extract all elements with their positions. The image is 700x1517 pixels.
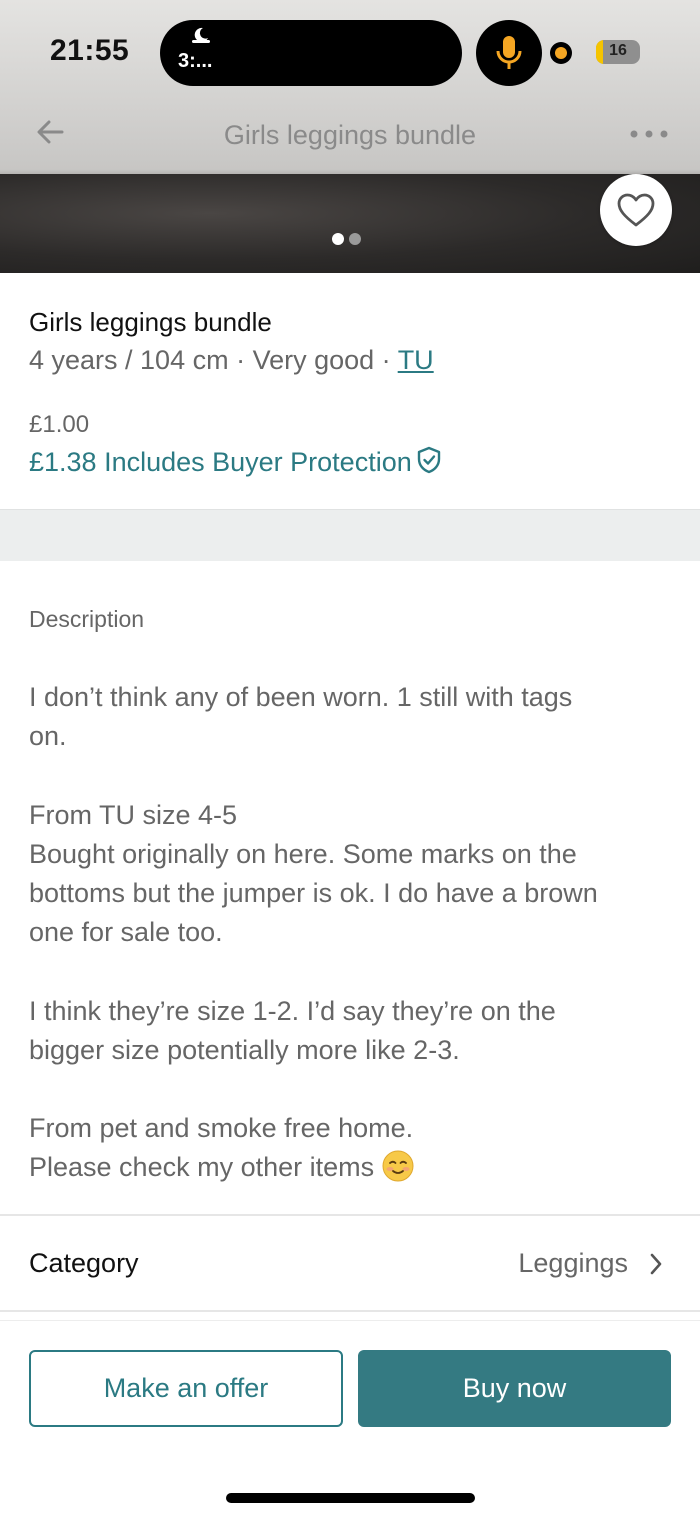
item-title: Girls leggings bundle (29, 307, 272, 337)
battery-level-text: 16 (609, 42, 627, 59)
divider (0, 1310, 700, 1312)
description-heading: Description (29, 606, 145, 632)
category-value: Leggings (518, 1248, 628, 1278)
sleep-moon-icon (192, 27, 210, 43)
item-price: £1.00 (29, 411, 90, 438)
dynamic-island: 3:... (160, 20, 462, 86)
section-divider (0, 509, 700, 561)
buyer-protection-text: £1.38 Includes Buyer Protection (29, 447, 412, 477)
category-label: Category (29, 1248, 139, 1278)
favourite-button[interactable] (600, 174, 672, 246)
island-timer-text: 3:... (178, 50, 213, 72)
buy-now-button[interactable]: Buy now (358, 1350, 671, 1427)
smiling-face-emoji-icon (382, 1150, 414, 1182)
category-row[interactable]: Category Leggings (0, 1216, 700, 1310)
pager-dot-active (332, 233, 344, 245)
shield-check-icon (417, 446, 440, 474)
home-indicator[interactable] (226, 1493, 475, 1503)
battery-indicator: 16 (596, 40, 640, 64)
nav-title: Girls leggings bundle (223, 120, 477, 150)
make-offer-button[interactable]: Make an offer (29, 1350, 343, 1427)
description-text: I don’t think any of been worn. 1 still … (29, 682, 598, 1183)
microphone-icon (496, 36, 522, 69)
chevron-right-icon (650, 1253, 662, 1275)
more-dots-icon[interactable] (628, 124, 670, 144)
buyer-protection-price[interactable]: £1.38 Includes Buyer Protection (29, 446, 442, 478)
pager-dot (349, 233, 361, 245)
brand-link[interactable]: TU (398, 345, 434, 375)
divider (0, 1320, 700, 1321)
microphone-indicator (476, 20, 542, 86)
description-body: I don’t think any of been worn. 1 still … (29, 678, 669, 1188)
heart-icon (617, 193, 655, 227)
item-size-condition: 4 years / 104 cm · Very good · (29, 345, 398, 375)
status-time: 21:55 (50, 34, 130, 67)
privacy-dot-indicator (550, 42, 572, 64)
photo-visible-region (0, 174, 700, 273)
item-meta: 4 years / 104 cm · Very good · TU (29, 345, 434, 376)
photo-pager[interactable] (332, 232, 372, 245)
